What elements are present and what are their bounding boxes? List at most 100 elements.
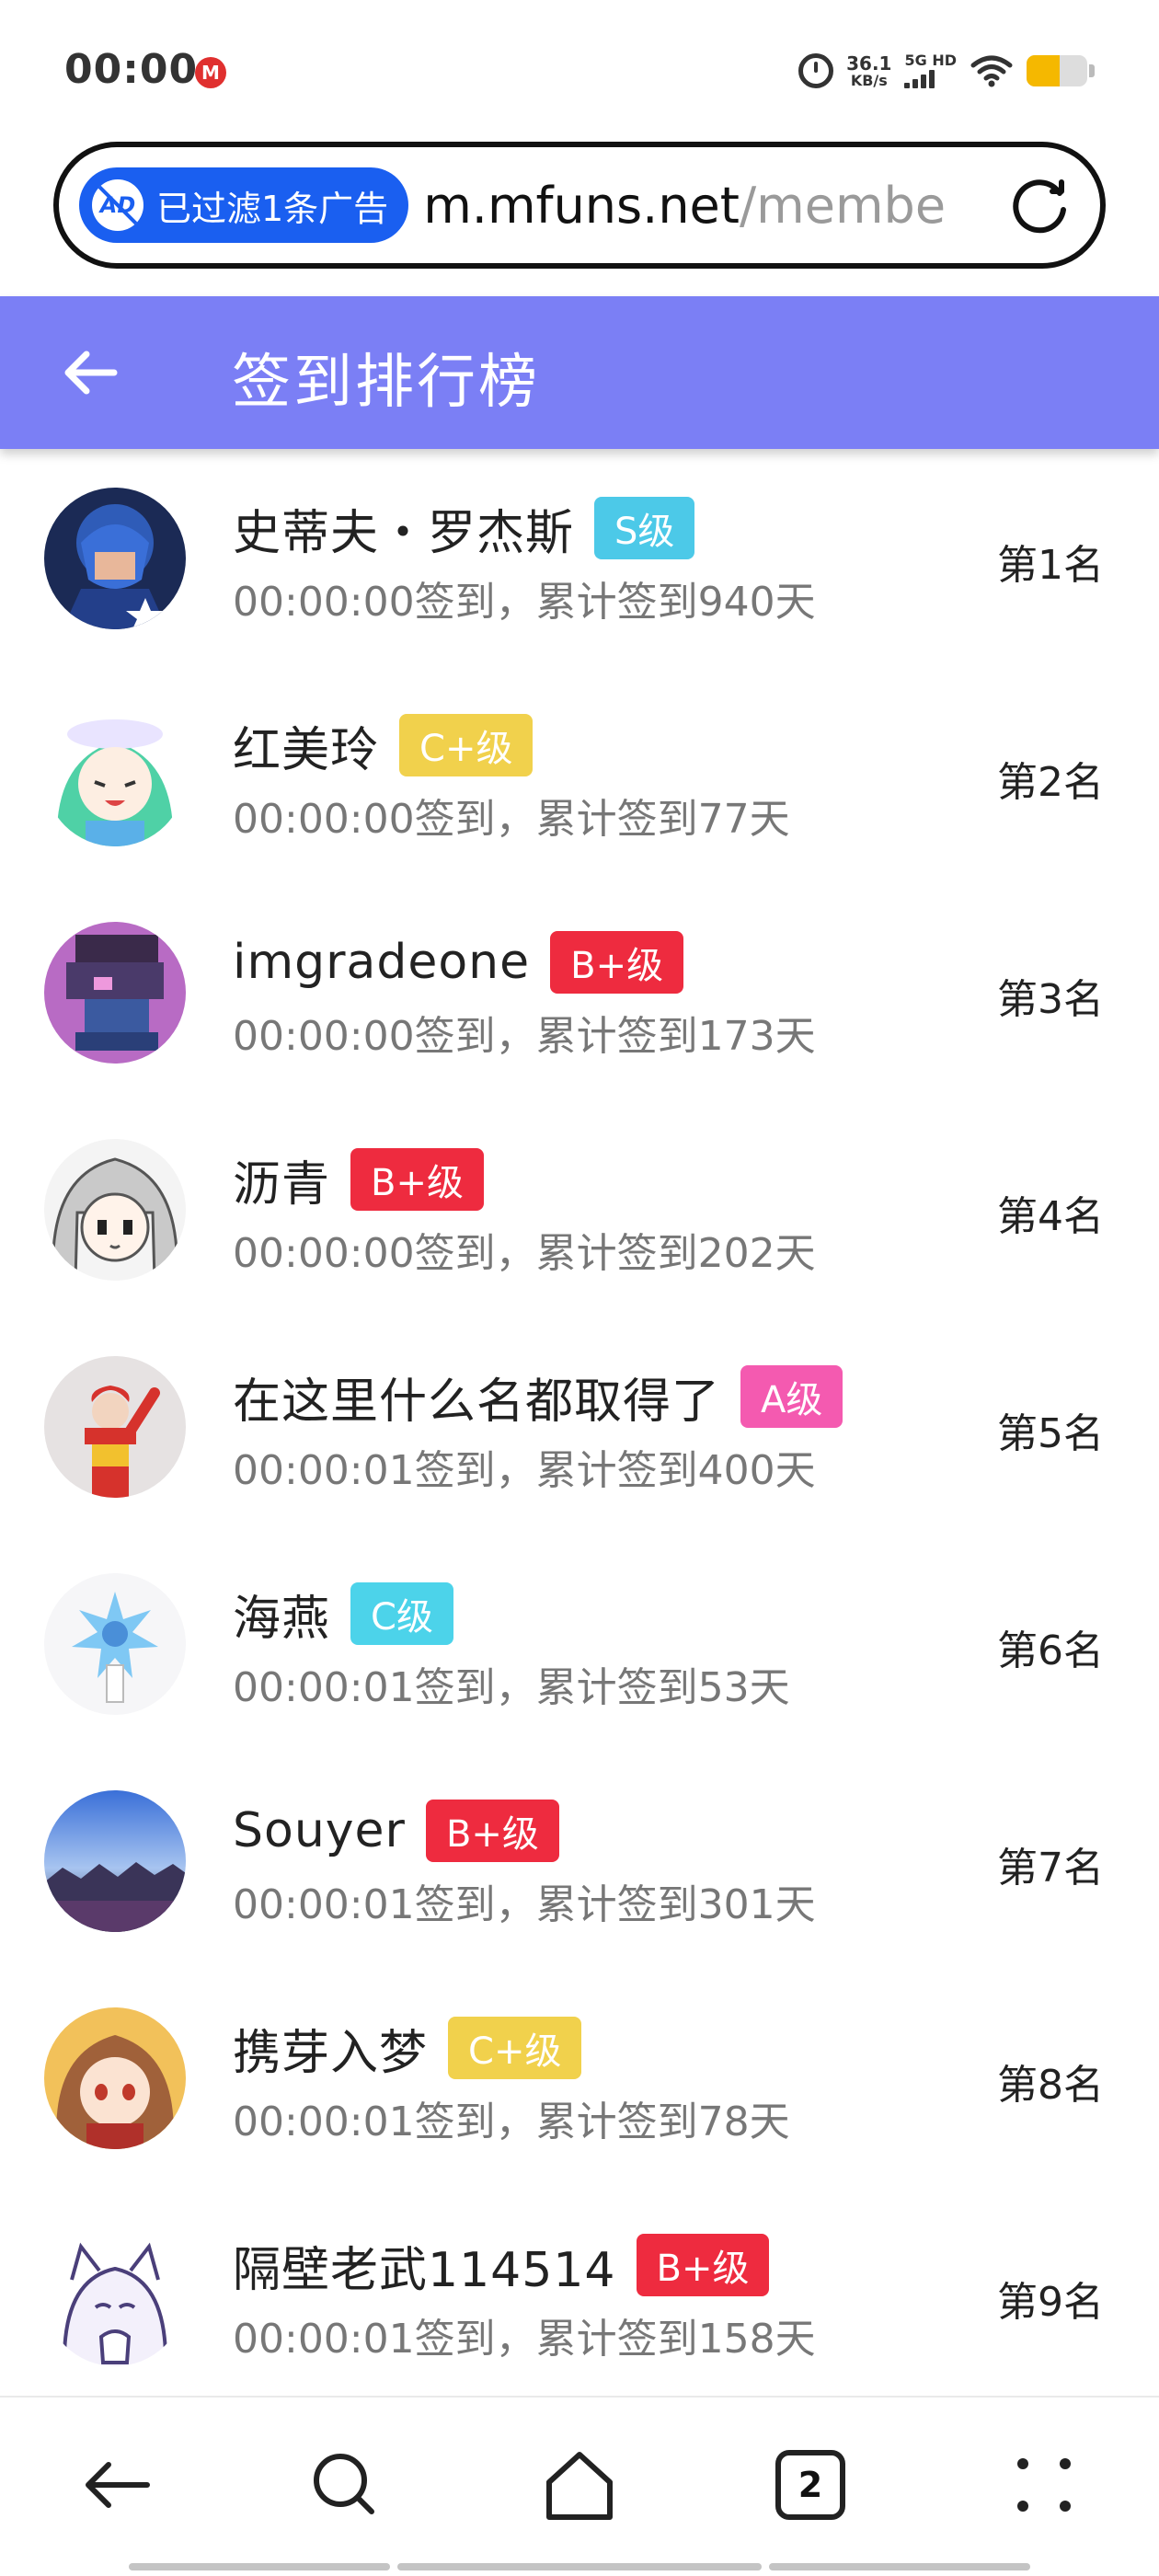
- avatar[interactable]: [44, 922, 186, 1064]
- user-name[interactable]: 海燕: [233, 1580, 330, 1649]
- level-badge: A级: [740, 1365, 843, 1428]
- status-time: 00:00: [64, 46, 199, 93]
- network-speed: 36.1 KB/s: [846, 52, 892, 89]
- battery-icon: [1027, 55, 1087, 86]
- avatar[interactable]: [44, 2007, 186, 2149]
- nav-search-button[interactable]: [304, 2444, 386, 2526]
- tab-count: 2: [798, 2465, 823, 2505]
- home-icon: [546, 2452, 613, 2520]
- level-badge: S级: [594, 497, 695, 559]
- rank-label: 第6名: [997, 1627, 1104, 1674]
- rank-label: 第9名: [997, 2279, 1104, 2326]
- checkin-info: 00:00:00签到，累计签到173天: [233, 1013, 816, 1060]
- user-name[interactable]: 史蒂夫・罗杰斯: [233, 494, 574, 563]
- ranking-row[interactable]: 红美玲 C+级 00:00:00签到，累计签到77天 第2名: [0, 666, 1159, 883]
- checkin-info: 00:00:00签到，累计签到940天: [233, 579, 816, 626]
- search-icon: [314, 2454, 374, 2514]
- rank-label: 第8名: [997, 2062, 1104, 2109]
- rank-label: 第5名: [997, 1410, 1104, 1457]
- nav-back-button[interactable]: [75, 2444, 158, 2526]
- address-bar[interactable]: AD 已过滤1条广告 m.mfuns.net/membe: [53, 142, 1106, 269]
- url-host: m.mfuns.net: [423, 176, 740, 235]
- user-line: 红美玲 C+级: [233, 711, 534, 780]
- bottom-navigation: 2: [0, 2396, 1159, 2576]
- level-badge: C级: [350, 1582, 453, 1645]
- avatar[interactable]: [44, 488, 186, 629]
- checkin-info: 00:00:00签到，累计签到77天: [233, 796, 790, 843]
- ad-filter-label: 已过滤1条广告: [156, 188, 389, 229]
- user-name[interactable]: 携芽入梦: [233, 2014, 428, 2083]
- checkin-info: 00:00:01签到，累计签到301天: [233, 1881, 816, 1928]
- ranking-row[interactable]: 隔壁老武114514 B+级 00:00:01签到，累计签到158天 第9名: [0, 2186, 1159, 2396]
- page-title: 签到排行榜: [232, 349, 540, 417]
- status-indicators: 36.1 KB/s 5G HD: [798, 48, 1095, 94]
- ranking-row[interactable]: 在这里什么名都取得了 A级 00:00:01签到，累计签到400天 第5名: [0, 1317, 1159, 1535]
- user-line: 在这里什么名都取得了 A级: [233, 1363, 843, 1430]
- network-type-label: 5G HD: [904, 52, 957, 69]
- avatar[interactable]: [44, 1790, 186, 1932]
- avatar[interactable]: [44, 1573, 186, 1715]
- user-line: 史蒂夫・罗杰斯 S级: [233, 494, 695, 563]
- checkin-info: 00:00:00签到，累计签到202天: [233, 1230, 816, 1277]
- app-notification-icon: M: [195, 57, 226, 88]
- ranking-row[interactable]: 海燕 C级 00:00:01签到，累计签到53天 第6名: [0, 1535, 1159, 1752]
- avatar[interactable]: [44, 1139, 186, 1281]
- avatar[interactable]: [44, 2225, 186, 2366]
- user-name[interactable]: 隔壁老武114514: [233, 2231, 616, 2300]
- checkin-info: 00:00:01签到，累计签到400天: [233, 1447, 816, 1494]
- level-badge: B+级: [550, 931, 684, 994]
- user-name[interactable]: 红美玲: [233, 711, 379, 780]
- user-name[interactable]: 沥青: [233, 1145, 330, 1214]
- user-name[interactable]: 在这里什么名都取得了: [233, 1363, 720, 1432]
- status-bar: 00:00 M 36.1 KB/s 5G HD: [0, 0, 1159, 138]
- user-line: imgradeone B+级: [233, 929, 684, 995]
- rank-label: 第4名: [997, 1193, 1104, 1240]
- rank-label: 第7名: [997, 1845, 1104, 1892]
- checkin-info: 00:00:01签到，累计签到53天: [233, 1664, 790, 1711]
- ranking-row[interactable]: 沥青 B+级 00:00:00签到，累计签到202天 第4名: [0, 1100, 1159, 1317]
- user-line: 携芽入梦 C+级: [233, 2014, 582, 2083]
- level-badge: B+级: [350, 1148, 484, 1211]
- user-name[interactable]: imgradeone: [233, 935, 530, 990]
- nav-home-button[interactable]: [538, 2444, 621, 2526]
- user-line: 隔壁老武114514 B+级: [233, 2231, 770, 2300]
- checkin-info: 00:00:01签到，累计签到78天: [233, 2099, 790, 2145]
- avatar[interactable]: [44, 705, 186, 846]
- gesture-bar-segment: [129, 2563, 390, 2570]
- level-badge: B+级: [425, 1800, 559, 1862]
- user-name[interactable]: Souyer: [233, 1803, 406, 1858]
- wifi-icon: [970, 55, 1013, 87]
- level-badge: B+级: [636, 2234, 770, 2296]
- ranking-row[interactable]: 史蒂夫・罗杰斯 S级 00:00:00签到，累计签到940天 第1名: [0, 449, 1159, 666]
- refresh-icon[interactable]: [1008, 173, 1073, 237]
- back-icon: [86, 2462, 150, 2508]
- battery-level-fill: [1027, 55, 1061, 86]
- url-text[interactable]: m.mfuns.net/membe: [423, 177, 999, 235]
- ad-block-icon: AD: [92, 179, 143, 231]
- battery-cap: [1089, 64, 1095, 77]
- gesture-bar: [0, 2563, 1159, 2572]
- user-line: 沥青 B+级: [233, 1146, 484, 1213]
- avatar[interactable]: [44, 1356, 186, 1498]
- gesture-bar-segment: [397, 2563, 762, 2570]
- ranking-row[interactable]: imgradeone B+级 00:00:00签到，累计签到173天 第3名: [0, 883, 1159, 1100]
- rank-label: 第3名: [997, 976, 1104, 1023]
- signal-bars-icon: [904, 70, 935, 88]
- page-header: 签到排行榜: [0, 296, 1159, 449]
- nav-tabs-button[interactable]: 2: [769, 2444, 852, 2526]
- ranking-row[interactable]: Souyer B+级 00:00:01签到，累计签到301天 第7名: [0, 1752, 1159, 1969]
- network-speed-value: 36.1: [846, 52, 892, 75]
- network-speed-unit: KB/s: [850, 71, 888, 89]
- user-line: Souyer B+级: [233, 1798, 559, 1864]
- gesture-bar-segment: [769, 2563, 1030, 2570]
- back-arrow-icon[interactable]: [59, 340, 123, 405]
- cellular-indicator: 5G HD: [904, 53, 957, 88]
- ad-filter-badge[interactable]: AD 已过滤1条广告: [79, 167, 409, 243]
- menu-icon: [1017, 2458, 1071, 2512]
- ranking-row[interactable]: 携芽入梦 C+级 00:00:01签到，累计签到78天 第8名: [0, 1969, 1159, 2186]
- level-badge: C+级: [448, 2017, 582, 2079]
- user-line: 海燕 C级: [233, 1581, 453, 1647]
- nav-menu-button[interactable]: [1003, 2444, 1085, 2526]
- checkin-info: 00:00:01签到，累计签到158天: [233, 2316, 816, 2363]
- level-badge: C+级: [399, 714, 534, 776]
